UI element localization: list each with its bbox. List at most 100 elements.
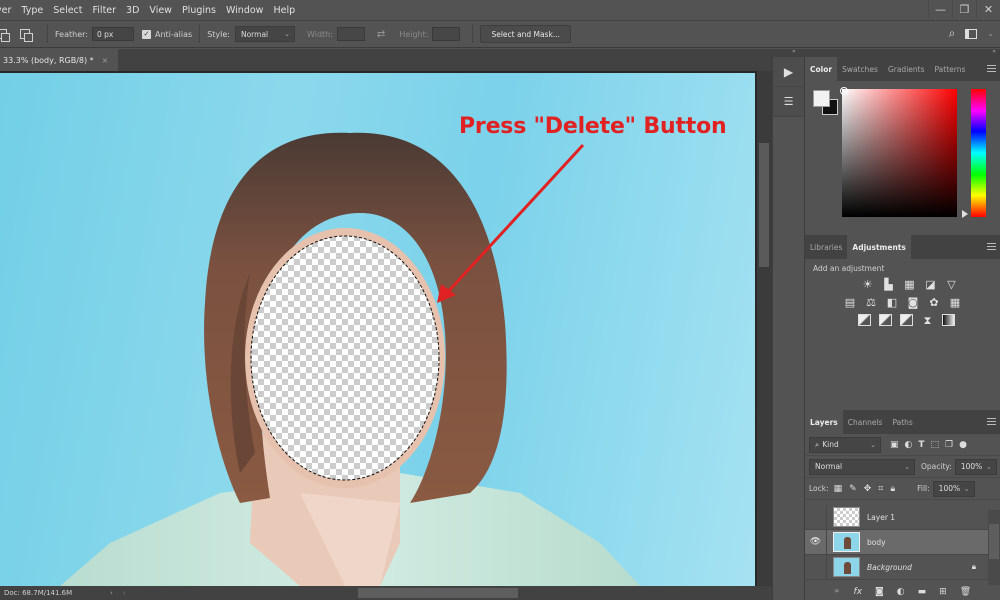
height-input[interactable] bbox=[432, 27, 461, 41]
fx-icon[interactable]: fx bbox=[854, 587, 863, 597]
add-mask-icon[interactable]: ◙ bbox=[875, 587, 884, 597]
tab-adjustments[interactable]: Adjustments bbox=[847, 235, 911, 259]
tab-layers[interactable]: Layers bbox=[805, 410, 843, 434]
layer-item[interactable]: Background 🔒︎ bbox=[805, 554, 988, 580]
tab-paths[interactable]: Paths bbox=[887, 410, 917, 434]
brightness-contrast-icon[interactable]: ☀ bbox=[861, 278, 874, 291]
photo-filter-icon[interactable]: ◙ bbox=[907, 296, 920, 309]
menu-help[interactable]: Help bbox=[268, 5, 300, 16]
vibrance-icon[interactable]: ▽ bbox=[945, 278, 958, 291]
shape-layer-filter-icon[interactable]: ⬚ bbox=[931, 440, 940, 450]
layers-scroll-thumb[interactable] bbox=[989, 524, 999, 559]
panel-menu-icon[interactable] bbox=[987, 418, 996, 425]
swap-icon[interactable]: ⇄ bbox=[377, 29, 385, 40]
black-white-icon[interactable]: ◧ bbox=[886, 296, 899, 309]
link-layers-icon[interactable]: ⚭ bbox=[833, 587, 841, 597]
type-layer-filter-icon[interactable]: T bbox=[918, 440, 924, 450]
horizontal-scroll-thumb[interactable] bbox=[358, 588, 518, 598]
vertical-scrollbar[interactable] bbox=[757, 71, 772, 586]
restore-button[interactable]: ❐ bbox=[952, 0, 976, 18]
status-expand-icon[interactable]: › bbox=[110, 589, 113, 597]
filter-toggle-icon[interactable]: ● bbox=[959, 440, 967, 450]
menu-select[interactable]: Select bbox=[48, 5, 87, 16]
lock-transparent-icon[interactable]: ▦ bbox=[834, 484, 843, 494]
posterize-icon[interactable] bbox=[879, 314, 892, 326]
layer-item[interactable]: Layer 1 bbox=[805, 504, 988, 530]
visibility-toggle-off[interactable] bbox=[805, 504, 827, 530]
threshold-icon[interactable] bbox=[900, 314, 913, 326]
color-picker-cursor[interactable] bbox=[840, 87, 848, 95]
curves-icon[interactable]: ▦ bbox=[903, 278, 916, 291]
blend-mode-select[interactable]: Normal ⌄ bbox=[809, 458, 915, 475]
panel-collapse-bar[interactable]: « » bbox=[772, 48, 1000, 57]
hue-saturation-icon[interactable]: ▤ bbox=[844, 296, 857, 309]
hue-slider-marker[interactable] bbox=[962, 210, 968, 218]
layer-filter-select[interactable]: ⌕ Kind ⌄ bbox=[809, 436, 881, 453]
properties-sliders-icon[interactable]: ☰ bbox=[773, 87, 804, 117]
eye-icon[interactable]: 👁︎ bbox=[805, 529, 827, 555]
antialias-checkbox[interactable]: ✓ bbox=[141, 29, 151, 39]
close-button[interactable]: ✕ bbox=[976, 0, 1000, 18]
menu-filter[interactable]: Filter bbox=[88, 5, 122, 16]
panel-menu-icon[interactable] bbox=[987, 243, 996, 250]
tab-channels[interactable]: Channels bbox=[843, 410, 888, 434]
selection-intersect-icon[interactable] bbox=[20, 29, 33, 42]
document-tab[interactable]: 33.3% (body, RGB/8) * × bbox=[0, 49, 118, 71]
layer-item-selected[interactable]: 👁︎ body bbox=[805, 529, 988, 555]
pixel-layer-filter-icon[interactable]: ▣ bbox=[890, 440, 899, 450]
search-icon[interactable]: ⌕ bbox=[949, 26, 956, 41]
color-balance-icon[interactable]: ⚖ bbox=[865, 296, 878, 309]
tab-gradients[interactable]: Gradients bbox=[883, 57, 930, 81]
gradient-map-icon[interactable] bbox=[942, 314, 955, 326]
delete-layer-icon[interactable]: 🗑︎ bbox=[960, 587, 971, 597]
selective-color-icon[interactable]: ⧗ bbox=[921, 314, 934, 327]
collapse-right-icon[interactable]: » bbox=[992, 48, 996, 55]
opacity-input[interactable]: 100% ⌄ bbox=[954, 458, 997, 475]
select-and-mask-button[interactable]: Select and Mask... bbox=[480, 25, 571, 43]
layers-scrollbar[interactable] bbox=[988, 510, 1000, 585]
visibility-toggle-off[interactable] bbox=[805, 554, 827, 580]
chevron-down-icon[interactable]: ⌄ bbox=[987, 29, 994, 38]
menu-plugins[interactable]: Plugins bbox=[177, 5, 221, 16]
tab-color[interactable]: Color bbox=[805, 57, 838, 81]
lock-all-icon[interactable]: 🔒︎ bbox=[890, 484, 895, 494]
new-adjustment-layer-icon[interactable]: ◐ bbox=[897, 587, 905, 597]
tab-swatches[interactable]: Swatches bbox=[837, 57, 883, 81]
fill-input[interactable]: 100% ⌄ bbox=[932, 480, 975, 497]
channel-mixer-icon[interactable]: ✿ bbox=[928, 296, 941, 309]
document-canvas[interactable]: Press "Delete" Button bbox=[0, 73, 755, 586]
scroll-left-icon[interactable]: ‹ bbox=[123, 589, 126, 597]
selection-subtract-icon[interactable] bbox=[0, 29, 10, 42]
foreground-color-swatch[interactable] bbox=[813, 90, 830, 107]
new-layer-icon[interactable]: ⊞ bbox=[939, 587, 947, 597]
workspace-icon[interactable] bbox=[965, 28, 978, 39]
menu-view[interactable]: View bbox=[144, 5, 177, 16]
lock-position-icon[interactable]: ✥ bbox=[864, 484, 872, 494]
tab-patterns[interactable]: Patterns bbox=[930, 57, 971, 81]
minimize-button[interactable]: — bbox=[928, 0, 952, 18]
color-lookup-icon[interactable]: ▦ bbox=[949, 296, 962, 309]
vertical-scroll-thumb[interactable] bbox=[759, 143, 769, 267]
adjustment-layer-filter-icon[interactable]: ◐ bbox=[905, 440, 913, 450]
menu-window[interactable]: Window bbox=[221, 5, 268, 16]
lock-image-icon[interactable]: ✎ bbox=[849, 484, 857, 494]
saturation-brightness-picker[interactable] bbox=[842, 89, 957, 217]
tab-libraries[interactable]: Libraries bbox=[805, 235, 847, 259]
menu-3d[interactable]: 3D bbox=[121, 5, 144, 16]
smart-object-filter-icon[interactable]: ❐ bbox=[945, 440, 953, 450]
invert-icon[interactable] bbox=[858, 314, 871, 326]
width-input[interactable] bbox=[336, 27, 365, 41]
menu-type[interactable]: Type bbox=[16, 5, 48, 16]
collapse-left-icon[interactable]: « bbox=[792, 48, 796, 55]
close-tab-icon[interactable]: × bbox=[102, 56, 109, 65]
actions-play-icon[interactable]: ▶ bbox=[773, 57, 804, 87]
exposure-icon[interactable]: ◪ bbox=[924, 278, 937, 291]
hue-slider[interactable] bbox=[971, 89, 986, 217]
canvas-area[interactable]: Press "Delete" Button bbox=[0, 71, 757, 586]
panel-menu-icon[interactable] bbox=[987, 65, 996, 72]
levels-icon[interactable]: ▙ bbox=[882, 278, 895, 291]
lock-artboard-icon[interactable]: ⌗ bbox=[878, 484, 883, 494]
feather-input[interactable]: 0 px bbox=[91, 27, 134, 41]
menu-layer[interactable]: yer bbox=[0, 5, 16, 16]
style-select[interactable]: Normal ⌄ bbox=[234, 26, 295, 42]
